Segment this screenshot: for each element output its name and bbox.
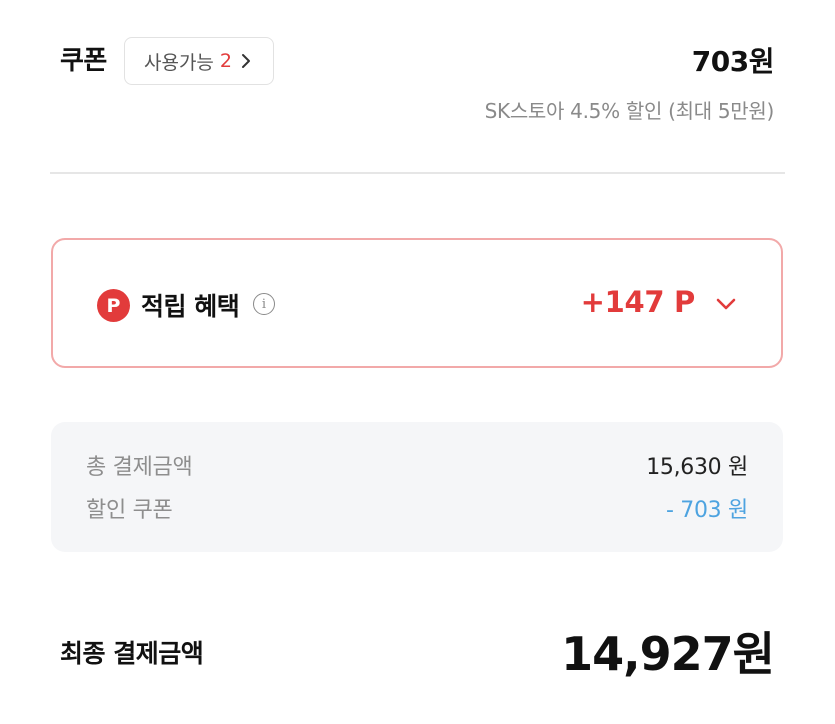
points-p-icon: P	[97, 289, 130, 322]
coupon-available-count: 2	[219, 50, 232, 72]
coupon-discount-value: - 703 원	[665, 498, 748, 523]
coupon-available-label: 사용가능	[143, 51, 214, 74]
coupon-discount-label: 할인 쿠폰	[86, 498, 173, 523]
coupon-label: 쿠폰	[60, 46, 107, 76]
payment-summary-box: 총 결제금액 15,630 원 할인 쿠폰 - 703 원	[51, 422, 783, 552]
points-value: +147 P	[580, 285, 696, 319]
coupon-available-button[interactable]: 사용가능 2	[124, 37, 274, 85]
payment-summary-page: 쿠폰 사용가능 2 703원 SK스토아 4.5% 할인 (최대 5만원) P …	[0, 0, 835, 724]
final-payment-label: 최종 결제금액	[60, 639, 204, 668]
coupon-description: SK스토아 4.5% 할인 (최대 5만원)	[484, 99, 775, 123]
coupon-discount-amount: 703원	[691, 45, 775, 78]
total-payment-row: 총 결제금액 15,630 원	[86, 449, 748, 480]
coupon-discount-row: 할인 쿠폰 - 703 원	[86, 492, 748, 523]
section-divider	[50, 172, 785, 174]
chevron-down-icon[interactable]	[715, 296, 737, 312]
points-reward-toggle[interactable]: P 적립 혜택 i +147 P	[51, 238, 783, 368]
final-payment-amount: 14,927원	[561, 627, 775, 681]
info-icon[interactable]: i	[253, 293, 275, 315]
chevron-right-icon	[242, 54, 250, 68]
total-payment-label: 총 결제금액	[86, 455, 193, 480]
points-title: 적립 혜택	[141, 292, 240, 321]
total-payment-value: 15,630 원	[646, 455, 748, 480]
